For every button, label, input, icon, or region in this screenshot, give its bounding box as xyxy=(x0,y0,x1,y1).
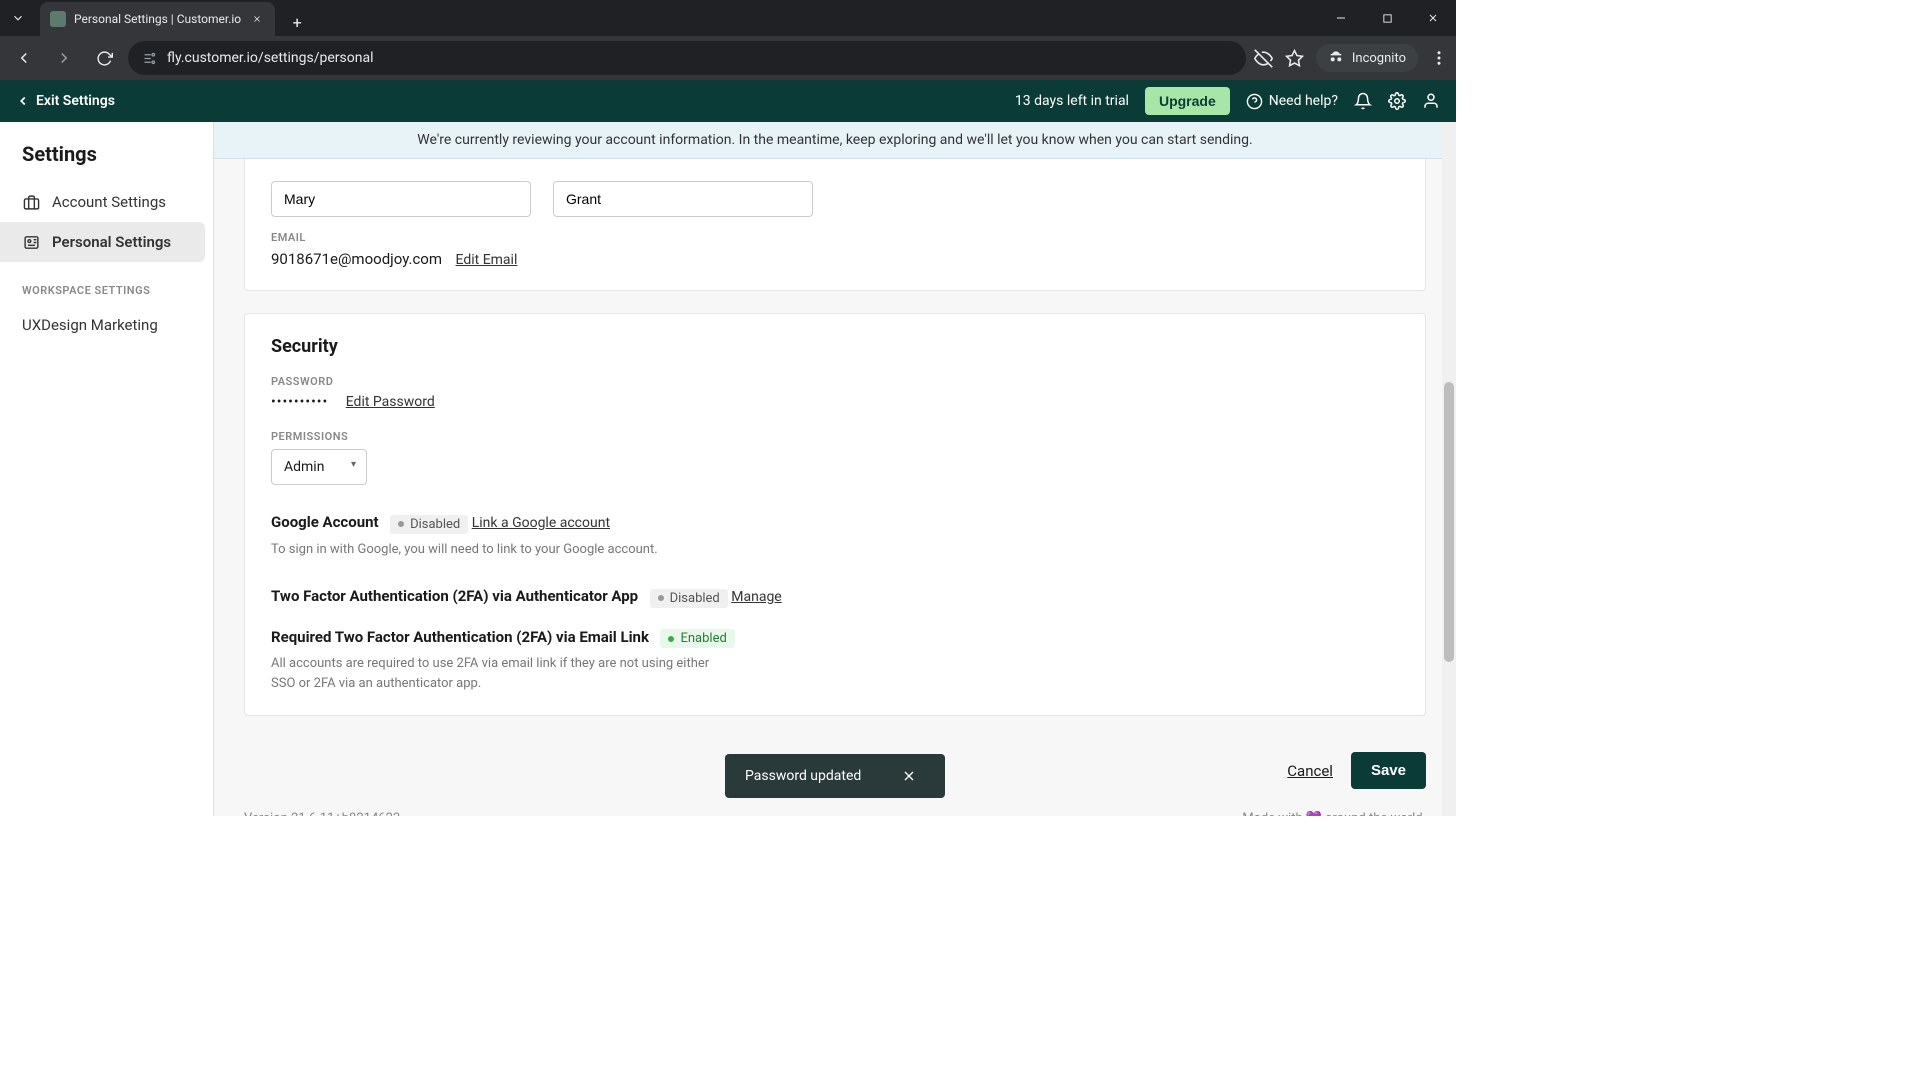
google-account-title: Google Account xyxy=(271,513,379,531)
edit-password-link[interactable]: Edit Password xyxy=(346,394,435,410)
window-minimize-icon[interactable] xyxy=(1318,0,1364,36)
account-review-banner: We're currently reviewing your account i… xyxy=(214,122,1456,159)
browser-titlebar: Personal Settings | Customer.io + xyxy=(0,0,1456,36)
gear-icon[interactable] xyxy=(1388,92,1406,110)
google-status-badge: Disabled xyxy=(390,515,468,534)
sidebar-item-account-settings[interactable]: Account Settings xyxy=(0,182,205,222)
upgrade-button[interactable]: Upgrade xyxy=(1145,87,1230,115)
status-dot-icon xyxy=(398,521,404,527)
sidebar-item-label: UXDesign Marketing xyxy=(22,316,158,334)
app-header: Exit Settings 13 days left in trial Upgr… xyxy=(0,80,1456,122)
tab-close-icon[interactable] xyxy=(249,11,265,27)
id-card-icon xyxy=(22,233,40,251)
toast-notification: Password updated xyxy=(725,754,945,798)
scrollbar-track[interactable] xyxy=(1442,122,1456,816)
trial-days-text: 13 days left in trial xyxy=(1015,93,1129,109)
toast-message: Password updated xyxy=(745,768,861,784)
bookmark-star-icon[interactable] xyxy=(1285,49,1304,68)
url-text: fly.customer.io/settings/personal xyxy=(167,50,1232,66)
sidebar-item-workspace[interactable]: UXDesign Marketing xyxy=(0,305,205,345)
site-settings-icon[interactable] xyxy=(142,51,157,66)
link-google-account-link[interactable]: Link a Google account xyxy=(472,515,610,531)
first-name-input[interactable] xyxy=(271,181,531,217)
email-label: EMAIL xyxy=(271,231,1399,244)
sidebar-workspace-heading: WORKSPACE SETTINGS xyxy=(0,262,213,305)
bell-icon[interactable] xyxy=(1354,92,1372,110)
manage-tfa-link[interactable]: Manage xyxy=(731,589,781,605)
tfa-app-title: Two Factor Authentication (2FA) via Auth… xyxy=(271,587,638,605)
tagline-text: Made with 💜 around the world. xyxy=(1242,811,1426,816)
window-maximize-icon[interactable] xyxy=(1364,0,1410,36)
save-button[interactable]: Save xyxy=(1351,752,1426,789)
tfa-email-status-badge: Enabled xyxy=(660,629,734,648)
browser-reload-button[interactable] xyxy=(88,42,120,74)
exit-settings-button[interactable]: Exit Settings xyxy=(16,93,115,109)
browser-tab[interactable]: Personal Settings | Customer.io xyxy=(40,2,275,36)
incognito-icon xyxy=(1328,50,1344,66)
cancel-button[interactable]: Cancel xyxy=(1287,762,1333,780)
sidebar-title: Settings xyxy=(0,136,213,182)
url-bar[interactable]: fly.customer.io/settings/personal xyxy=(128,41,1246,75)
settings-sidebar: Settings Account Settings Personal Setti… xyxy=(0,122,214,816)
permissions-select[interactable]: Admin xyxy=(271,449,367,485)
heart-icon: 💜 xyxy=(1306,811,1322,816)
tab-search-dropdown[interactable] xyxy=(0,0,36,36)
incognito-badge: Incognito xyxy=(1316,44,1418,72)
tfa-app-status-badge: Disabled xyxy=(650,589,728,608)
incognito-label: Incognito xyxy=(1352,51,1406,66)
window-close-icon[interactable] xyxy=(1410,0,1456,36)
help-circle-icon xyxy=(1246,93,1263,110)
email-value: 9018671e@moodjoy.com xyxy=(271,250,442,268)
user-icon[interactable] xyxy=(1422,92,1440,110)
last-name-input[interactable] xyxy=(553,181,813,217)
chevron-left-icon xyxy=(16,94,30,108)
sidebar-item-label: Personal Settings xyxy=(52,233,171,251)
exit-settings-label: Exit Settings xyxy=(36,93,115,109)
page-footer: Version 21.6.11+b8214623 Made with 💜 aro… xyxy=(214,803,1456,816)
password-label: PASSWORD xyxy=(271,375,1399,388)
sidebar-item-label: Account Settings xyxy=(52,193,166,211)
security-title: Security xyxy=(271,336,1399,357)
toast-close-button[interactable] xyxy=(901,768,917,784)
version-text: Version 21.6.11+b8214623 xyxy=(244,811,400,816)
need-help-label: Need help? xyxy=(1269,93,1338,109)
need-help-button[interactable]: Need help? xyxy=(1246,93,1338,110)
new-tab-button[interactable]: + xyxy=(283,8,311,36)
google-help-text: To sign in with Google, you will need to… xyxy=(271,540,711,560)
browser-menu-icon[interactable] xyxy=(1430,49,1448,67)
browser-forward-button[interactable] xyxy=(48,42,80,74)
security-card: Security PASSWORD •••••••••• Edit Passwo… xyxy=(244,313,1426,716)
browser-back-button[interactable] xyxy=(8,42,40,74)
status-dot-icon xyxy=(668,636,674,642)
permissions-label: PERMISSIONS xyxy=(271,430,1399,443)
main-scroll-area[interactable]: We're currently reviewing your account i… xyxy=(214,122,1456,816)
tab-title: Personal Settings | Customer.io xyxy=(74,12,241,26)
browser-toolbar: fly.customer.io/settings/personal Incogn… xyxy=(0,36,1456,80)
tfa-email-title: Required Two Factor Authentication (2FA)… xyxy=(271,628,649,646)
briefcase-icon xyxy=(22,193,40,211)
tab-favicon-icon xyxy=(50,11,66,27)
status-dot-icon xyxy=(658,595,664,601)
tfa-email-help-text: All accounts are required to use 2FA via… xyxy=(271,654,711,693)
scrollbar-thumb[interactable] xyxy=(1444,382,1454,662)
edit-email-link[interactable]: Edit Email xyxy=(456,252,518,268)
eye-off-icon[interactable] xyxy=(1254,49,1273,68)
sidebar-item-personal-settings[interactable]: Personal Settings xyxy=(0,222,205,262)
profile-card: EMAIL 9018671e@moodjoy.com Edit Email xyxy=(244,159,1426,291)
password-mask: •••••••••• xyxy=(271,394,328,410)
